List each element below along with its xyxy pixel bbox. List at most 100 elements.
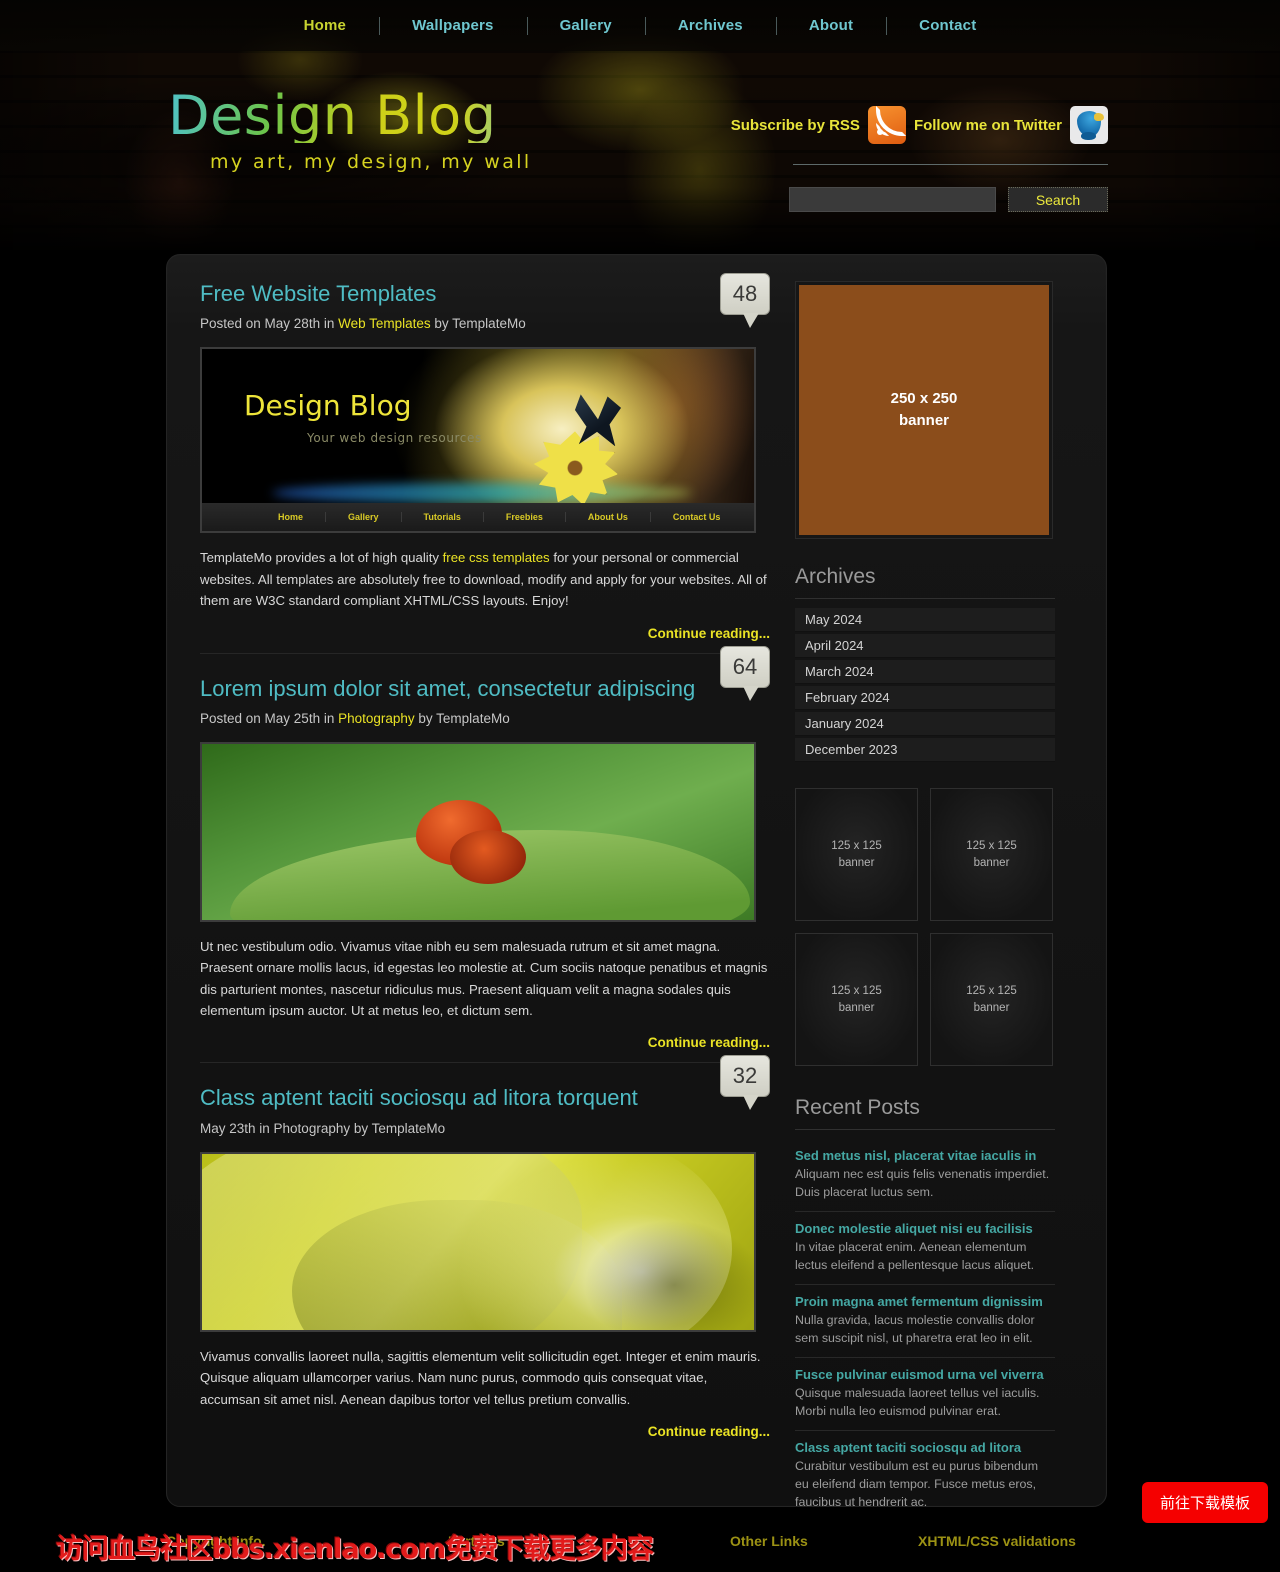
twitter-label[interactable]: Follow me on Twitter [914,117,1062,134]
rss-label[interactable]: Subscribe by RSS [731,117,860,134]
nav-link-home[interactable]: Home [271,11,379,40]
post-item: 32 Class aptent taciti sociosqu ad litor… [200,1055,770,1439]
page-root: Home Wallpapers Gallery Archives About C… [0,0,1280,1572]
screenshot-nav-item: Contact Us [672,512,721,523]
nav-item-contact: Contact [886,11,1009,40]
beetle-second-graphic [450,829,526,884]
comment-count-bubble[interactable]: 48 [720,273,770,328]
site-logo[interactable]: Design Blog my art, my design, my wall [168,89,532,174]
search-button[interactable]: Search [1008,187,1108,212]
recent-post-link[interactable]: Sed metus nisl, placerat vitae iaculis i… [795,1148,1055,1163]
screenshot-nav-item: Home [256,512,327,523]
banner-125x125[interactable]: 125 x 125 banner [795,788,918,921]
post-body-link[interactable]: free css templates [443,550,550,565]
twitter-bird-icon[interactable] [1070,106,1108,144]
footer-heading-other-links: Other Links [730,1533,808,1549]
comment-count-bubble[interactable]: 64 [720,645,770,701]
archives-list: May 2024 April 2024 March 2024 February … [795,608,1055,762]
list-item: February 2024 [795,686,1055,710]
archive-link[interactable]: May 2024 [795,608,1055,632]
post-body: Vivamus convallis laoreet nulla, sagitti… [200,1348,761,1407]
nav-item-archives: Archives [645,11,776,40]
nav-link-archives[interactable]: Archives [645,11,776,40]
post-title-link[interactable]: Class aptent taciti sociosqu ad litora t… [200,1085,638,1110]
recent-post-link[interactable]: Proin magna amet fermentum dignissim [795,1294,1055,1309]
banner-125x125[interactable]: 125 x 125 banner [930,933,1053,1066]
post-category-link[interactable]: Photography [338,711,415,726]
post-image[interactable]: Design Blog Your web design resources Ho… [200,347,756,534]
archive-link[interactable]: February 2024 [795,686,1055,710]
comment-count-bubble[interactable]: 32 [720,1055,770,1111]
post-body: TemplateMo provides a lot of high qualit… [200,547,770,611]
post-meta-suffix: by TemplateMo [414,710,510,726]
nav-item-gallery: Gallery [527,11,645,40]
archive-link[interactable]: March 2024 [795,660,1055,684]
recent-post-link[interactable]: Donec molestie aliquet nisi eu facilisis [795,1221,1055,1236]
continue-reading-link[interactable]: Continue reading... [200,1424,770,1439]
beetle-photo-graphic [202,743,754,920]
recent-post-link[interactable]: Class aptent taciti sociosqu ad litora [795,1440,1055,1455]
banner-250x250[interactable]: 250 x 250 banner [795,281,1053,539]
post-meta-prefix: Posted on May 28th in [200,316,339,332]
posts-column: 48 Free Website Templates Posted on May … [200,273,770,1521]
list-item: Proin magna amet fermentum dignissim Nul… [795,1285,1055,1358]
nav-link-about[interactable]: About [776,11,886,40]
banner-125x125[interactable]: 125 x 125 banner [795,933,918,1066]
archive-link[interactable]: December 2023 [795,738,1055,762]
post-title-link[interactable]: Lorem ipsum dolor sit amet, consectetur … [200,676,695,701]
content-container: 48 Free Website Templates Posted on May … [166,254,1107,1509]
list-item: Class aptent taciti sociosqu ad litora C… [795,1431,1055,1521]
archive-link[interactable]: January 2024 [795,712,1055,736]
rose-petal-photo-graphic [202,1153,754,1330]
list-item: May 2024 [795,608,1055,632]
site-watermark: 访问血鸟社区bbs.xienlao.com免费下载更多内容 [56,1534,654,1565]
banner-125-size: 125 x 125 [966,839,1017,852]
banner-125x125[interactable]: 125 x 125 banner [930,788,1053,921]
banner-250-inner: 250 x 250 banner [799,285,1049,535]
nav-link-contact[interactable]: Contact [886,11,1009,40]
post-image[interactable] [200,1151,756,1332]
recent-post-desc: In vitae placerat enim. Aenean elementum… [795,1239,1035,1272]
post-title-link[interactable]: Free Website Templates [200,281,436,306]
archive-link[interactable]: April 2024 [795,634,1055,658]
download-template-button[interactable]: 前往下载模板 [1141,1482,1268,1523]
banner-125-label: banner [973,1001,1010,1014]
post-item: 48 Free Website Templates Posted on May … [200,273,770,641]
content-inner: 48 Free Website Templates Posted on May … [200,273,1080,1521]
recent-post-desc: Curabitur vestibulum est eu purus bibend… [795,1458,1039,1509]
nav-link-wallpapers[interactable]: Wallpapers [379,11,526,40]
list-item: January 2024 [795,712,1055,736]
logo-tagline: my art, my design, my wall [210,151,532,173]
search-input[interactable] [789,187,996,212]
banner-125-size: 125 x 125 [831,984,882,997]
sidebar: 250 x 250 banner Archives May 2024 April… [795,281,1055,1521]
banner-250-size: 250 x 250 [890,389,958,407]
post-image[interactable] [200,741,756,922]
recent-post-desc: Aliquam nec est quis felis venenatis imp… [795,1167,1050,1199]
recent-post-link[interactable]: Fusce pulvinar euismod urna vel viverra [795,1367,1055,1382]
search-form: Search [789,187,1108,212]
social-links: Subscribe by RSS Follow me on Twitter [731,106,1108,144]
twitter-bird-shape [1077,111,1104,140]
nav-link-gallery[interactable]: Gallery [527,11,645,40]
post-meta: Posted on May 28th in Web Templates by T… [200,316,770,331]
nav-list: Home Wallpapers Gallery Archives About C… [271,11,1010,40]
post-category-link[interactable]: Web Templates [338,316,431,331]
list-item: Fusce pulvinar euismod urna vel viverra … [795,1358,1055,1431]
continue-reading-link[interactable]: Continue reading... [200,1035,770,1050]
continue-reading-link[interactable]: Continue reading... [200,626,770,641]
website-screenshot-graphic: Design Blog Your web design resources Ho… [202,349,754,532]
screenshot-nav: Home Gallery Tutorials Freebies About Us… [202,503,754,532]
screenshot-nav-item: Tutorials [402,512,484,523]
recent-post-desc: Nulla gravida, lacus molestie convallis … [795,1312,1035,1345]
header-divider [793,164,1108,165]
post-meta: May 23th in Photography by TemplateMo [200,1120,446,1136]
nav-item-home: Home [271,11,379,40]
post-title: Class aptent taciti sociosqu ad litora t… [200,1085,770,1111]
rss-inner-arc [875,123,889,136]
archives-heading: Archives [795,565,1055,599]
post-meta-prefix: Posted on May 25th in [200,710,339,726]
petal-shadow [584,1219,754,1330]
post-meta: Posted on May 25th in Photography by Tem… [200,711,770,726]
rss-icon[interactable] [867,106,906,144]
